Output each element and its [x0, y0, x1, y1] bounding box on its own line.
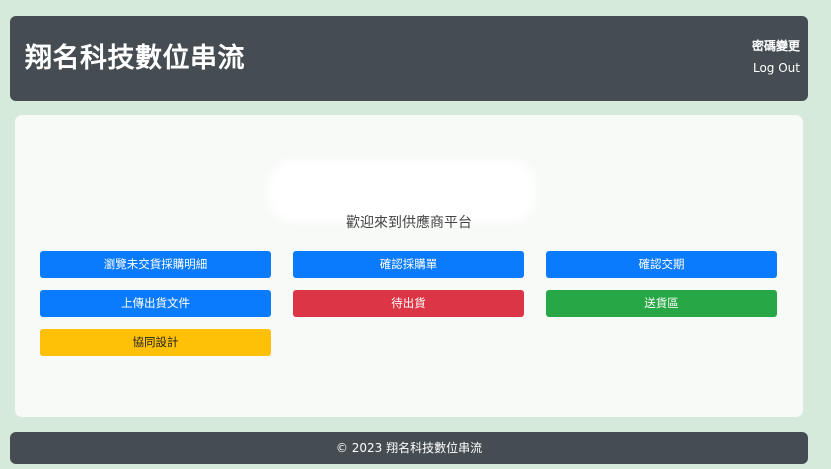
pending-shipment-button[interactable]: 待出貨 — [293, 290, 524, 317]
upload-shipping-docs-button[interactable]: 上傳出貨文件 — [40, 290, 271, 317]
confirm-po-button[interactable]: 確認採購單 — [293, 251, 524, 278]
main-card: 歡迎來到供應商平台 瀏覽未交貨採購明細 確認採購單 確認交期 上傳出貨文件 待出… — [15, 115, 803, 417]
footer: © 2023 翔名科技數位串流 — [10, 432, 808, 464]
top-header: 翔名科技數位串流 密碼變更 Log Out — [10, 16, 808, 101]
site-title: 翔名科技數位串流 — [25, 43, 245, 74]
footer-text: © 2023 翔名科技數位串流 — [335, 441, 483, 455]
browse-undelivered-po-button[interactable]: 瀏覽未交貨採購明細 — [40, 251, 271, 278]
confirm-delivery-date-button[interactable]: 確認交期 — [546, 251, 777, 278]
welcome-text: 歡迎來到供應商平台 — [346, 215, 472, 231]
header-links: 密碼變更 Log Out — [752, 38, 800, 82]
change-password-link[interactable]: 密碼變更 — [752, 38, 800, 54]
collaborative-design-button[interactable]: 協同設計 — [40, 329, 271, 356]
blurred-logo-area — [277, 169, 527, 213]
delivery-area-button[interactable]: 送貨區 — [546, 290, 777, 317]
logout-link[interactable]: Log Out — [752, 60, 800, 76]
